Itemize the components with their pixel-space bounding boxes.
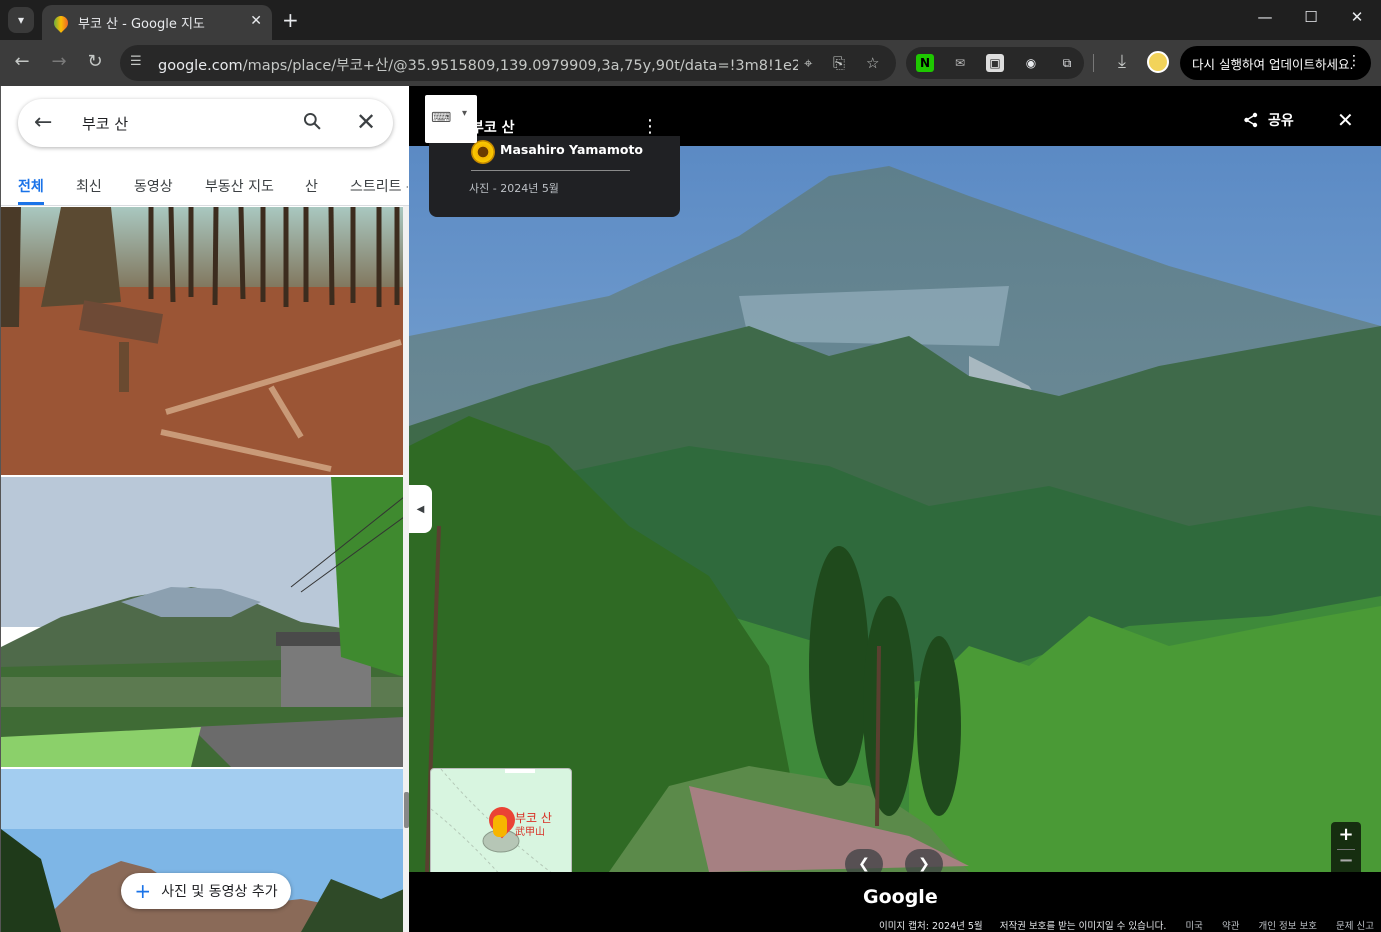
- url-text[interactable]: google.com/maps/place/부코+산/@35.9515809,1…: [158, 54, 798, 75]
- more-vert-icon[interactable]: ⋮: [641, 116, 659, 137]
- star-icon[interactable]: ☆: [866, 54, 879, 72]
- author-name[interactable]: Masahiro Yamamoto: [500, 142, 643, 157]
- photo-thumbnail-forest[interactable]: [1, 207, 404, 475]
- update-button[interactable]: 다시 실행하여 업데이트하세요. ⋮: [1180, 46, 1371, 80]
- profile-avatar[interactable]: [1147, 51, 1169, 73]
- location-icon[interactable]: ⌖: [804, 54, 812, 72]
- maximize-icon[interactable]: ☐: [1296, 8, 1326, 26]
- arrow-back-icon[interactable]: ←: [10, 51, 34, 72]
- tab-latest[interactable]: 최신: [76, 176, 102, 196]
- address-bar[interactable]: ☰ google.com/maps/place/부코+산/@35.9515809…: [120, 45, 896, 81]
- capture-date: 이미지 캡처: 2024년 5월: [879, 921, 983, 932]
- plus-icon: +: [134, 879, 152, 903]
- search-icon[interactable]: [302, 111, 322, 131]
- owl-extension-icon[interactable]: ◉: [1022, 54, 1040, 72]
- tab-title: 부코 산 - Google 지도: [78, 17, 205, 32]
- browser-toolbar: ← → ↻ ☰ google.com/maps/place/부코+산/@35.9…: [0, 40, 1381, 86]
- minimize-icon[interactable]: —: [1250, 8, 1280, 26]
- zoom-out-button[interactable]: −: [1331, 850, 1361, 871]
- toolbar-divider: [1093, 54, 1094, 72]
- add-photos-button[interactable]: + 사진 및 동영상 추가: [121, 873, 291, 909]
- arrow-forward-icon[interactable]: →: [47, 51, 71, 72]
- chevron-down-icon[interactable]: ▾: [8, 7, 34, 33]
- share-button[interactable]: 공유: [1243, 110, 1294, 130]
- chevron-left-icon: ❮: [858, 856, 870, 872]
- title-bar: ▾ 부코 산 - Google 지도 ✕ + — ☐ ✕: [0, 0, 1381, 40]
- install-icon[interactable]: ⎘: [833, 54, 845, 72]
- place-title: 부코 산: [471, 120, 515, 136]
- photo-panel: ← 부코 산 ✕ 전체 최신 동영상 부동산 지도 산 스트리트 뷰: [0, 86, 410, 932]
- extensions-group: N ✉ ▣ ◉ ⧉: [906, 47, 1084, 79]
- reload-icon[interactable]: ↻: [83, 51, 107, 72]
- tab-all[interactable]: 전체: [18, 176, 44, 196]
- privacy-link[interactable]: 개인 정보 보호: [1258, 921, 1316, 932]
- terms-link[interactable]: 약관: [1222, 921, 1239, 932]
- add-photos-label: 사진 및 동영상 추가: [161, 884, 278, 900]
- naver-extension-icon[interactable]: N: [916, 54, 934, 72]
- close-icon[interactable]: ✕: [1337, 108, 1354, 132]
- tab-street-view[interactable]: 스트리트 뷰: [350, 176, 408, 196]
- search-input[interactable]: 부코 산: [82, 113, 128, 134]
- tabs-divider: [1, 205, 410, 206]
- active-tab[interactable]: 부코 산 - Google 지도 ✕: [42, 5, 272, 40]
- share-icon: [1244, 112, 1258, 128]
- arrow-back-icon[interactable]: ←: [34, 110, 52, 135]
- keyboard-shortcuts-button[interactable]: ⌨ ▾: [425, 95, 477, 143]
- card-divider: [471, 170, 630, 171]
- chevron-right-icon: ❯: [918, 856, 930, 872]
- photo-info-card: Masahiro Yamamoto 사진 - 2024년 5월: [429, 136, 680, 217]
- author-avatar[interactable]: [471, 140, 495, 164]
- footer-links: 이미지 캡처: 2024년 5월 저작권 보호를 받는 이미지일 수 있습니다.…: [879, 918, 1374, 932]
- url-path: /maps/place/부코+산/@35.9515809,139.0979909…: [242, 58, 798, 74]
- tab-close-icon[interactable]: ✕: [250, 13, 262, 29]
- search-box[interactable]: ← 부코 산 ✕: [18, 99, 393, 147]
- close-icon[interactable]: ✕: [356, 108, 376, 136]
- tab-videos[interactable]: 동영상: [134, 176, 173, 196]
- tune-icon[interactable]: ☰: [130, 54, 142, 69]
- puzzle-icon[interactable]: ⧉: [1058, 54, 1076, 72]
- tab-real-estate[interactable]: 부동산 지도: [205, 176, 274, 196]
- url-host: google.com: [158, 58, 243, 74]
- chevron-down-icon: ▾: [462, 108, 468, 119]
- image-extension-icon[interactable]: ▣: [986, 54, 1004, 72]
- photo-date: 사진 - 2024년 5월: [469, 182, 559, 195]
- country-link[interactable]: 미국: [1185, 921, 1202, 932]
- more-vert-icon[interactable]: ⋮: [1347, 53, 1361, 69]
- copyright-notice: 저작권 보호를 받는 이미지일 수 있습니다.: [999, 921, 1167, 932]
- pegman-icon[interactable]: [493, 815, 507, 837]
- google-logo: Google: [863, 886, 938, 908]
- window-close-icon[interactable]: ✕: [1342, 8, 1372, 26]
- update-label: 다시 실행하여 업데이트하세요.: [1192, 56, 1354, 72]
- mail-extension-icon[interactable]: ✉: [951, 54, 969, 72]
- share-label: 공유: [1268, 113, 1294, 129]
- chevron-left-icon: ◀: [416, 503, 425, 515]
- download-icon[interactable]: ⤓: [1110, 51, 1134, 72]
- collapse-panel-button[interactable]: ◀: [409, 485, 432, 533]
- minimap-sublabel: 武甲山: [515, 827, 545, 838]
- keyboard-icon: ⌨: [431, 110, 452, 126]
- zoom-control: + −: [1331, 822, 1361, 878]
- report-link[interactable]: 문제 신고: [1336, 921, 1374, 932]
- new-tab-icon[interactable]: +: [282, 8, 299, 32]
- maps-favicon-icon: [51, 12, 71, 33]
- main-photo: [409, 146, 1381, 872]
- tab-mountain[interactable]: 산: [305, 176, 318, 196]
- photo-thumbnail-road[interactable]: [1, 477, 404, 767]
- photo-viewer[interactable]: 부코 산 ⋮ 공유 ✕ Masahiro Yamamoto 사진 - 2024년…: [409, 86, 1381, 932]
- zoom-in-button[interactable]: +: [1331, 824, 1361, 845]
